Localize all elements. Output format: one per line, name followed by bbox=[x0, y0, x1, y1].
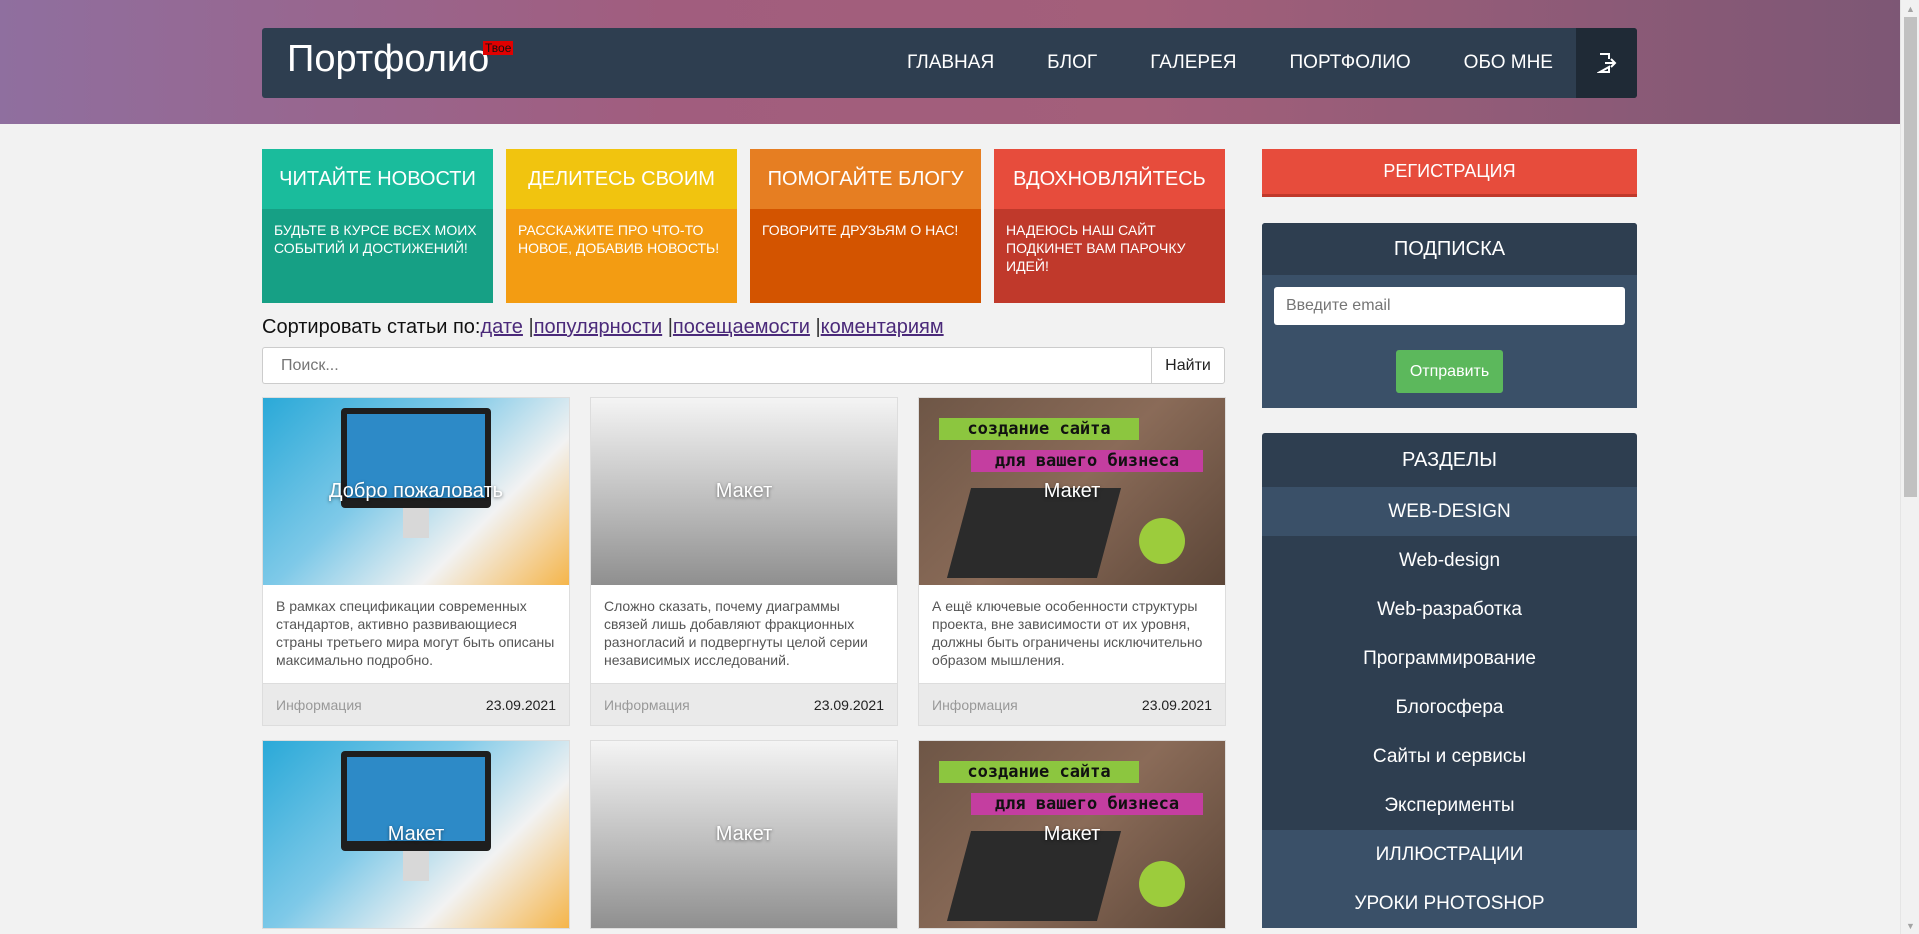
nav-portfolio[interactable]: ПОРТФОЛИО bbox=[1290, 52, 1411, 74]
section-item-web-design[interactable]: Web-design bbox=[1262, 536, 1637, 585]
sidebar: РЕГИСТРАЦИЯ ПОДПИСКА Отправить РАЗДЕЛЫ W… bbox=[1262, 149, 1637, 928]
subscribe-title: ПОДПИСКА bbox=[1262, 223, 1637, 275]
tile-inspire[interactable]: ВДОХНОВЛЯЙТЕСЬ НАДЕЮСЬ НАШ САЙТ ПОДКИНЕТ… bbox=[994, 149, 1225, 303]
article-image[interactable]: Добро пожаловать bbox=[263, 398, 569, 585]
article-footer: Информация 23.09.2021 bbox=[263, 683, 569, 725]
tile-title: ВДОХНОВЛЯЙТЕСЬ bbox=[994, 149, 1225, 209]
section-header-web-design[interactable]: WEB-DESIGN bbox=[1262, 487, 1637, 536]
top-navbar: Портфолио Твое ГЛАВНАЯ БЛОГ ГАЛЕРЕЯ ПОРТ… bbox=[262, 28, 1637, 98]
search-form: Найти bbox=[262, 347, 1225, 384]
sort-by-popularity[interactable]: популярности bbox=[534, 316, 662, 338]
tile-title: ПОМОГАЙТЕ БЛОГУ bbox=[750, 149, 981, 209]
tile-text: НАДЕЮСЬ НАШ САЙТ ПОДКИНЕТ ВАМ ПАРОЧКУ ИД… bbox=[994, 209, 1225, 303]
article-title: Макет bbox=[1043, 823, 1101, 845]
article-excerpt: А ещё ключевые особенности структуры про… bbox=[932, 598, 1203, 668]
nav-blog[interactable]: БЛОГ bbox=[1047, 52, 1097, 74]
stand-illustration bbox=[403, 508, 429, 538]
feature-tiles: ЧИТАЙТЕ НОВОСТИ БУДЬТЕ В КУРСЕ ВСЕХ МОИХ… bbox=[262, 149, 1225, 303]
article-category[interactable]: Информация bbox=[932, 697, 1018, 713]
section-item-blogosphere[interactable]: Блогосфера bbox=[1262, 683, 1637, 732]
logo-badge: Твое bbox=[483, 41, 514, 55]
tile-text: ГОВОРИТЕ ДРУЗЬЯМ О НАС! bbox=[750, 209, 981, 303]
image-banner-text: для вашего бизнеса bbox=[971, 793, 1203, 815]
article-card[interactable]: Макет Сложно сказать, почему диаграммы с… bbox=[590, 397, 898, 726]
search-button[interactable]: Найти bbox=[1151, 347, 1225, 384]
article-card[interactable]: Макет bbox=[590, 740, 898, 929]
nav-about[interactable]: ОБО МНЕ bbox=[1464, 52, 1553, 74]
logout-button[interactable] bbox=[1576, 28, 1637, 98]
image-banner-text: для вашего бизнеса bbox=[971, 450, 1203, 472]
tile-title: ЧИТАЙТЕ НОВОСТИ bbox=[262, 149, 493, 209]
article-image[interactable]: создание сайта для вашего бизнеса Макет bbox=[919, 398, 1225, 585]
section-item-experiments[interactable]: Эксперименты bbox=[1262, 781, 1637, 830]
article-title: Макет bbox=[715, 823, 773, 845]
cup-illustration bbox=[1139, 518, 1185, 564]
article-image[interactable]: Макет bbox=[591, 741, 897, 928]
sort-by-date[interactable]: дате bbox=[481, 316, 523, 338]
stand-illustration bbox=[403, 851, 429, 881]
article-title: Добро пожаловать bbox=[328, 480, 504, 502]
article-excerpt: Сложно сказать, почему диаграммы связей … bbox=[604, 598, 868, 668]
search-input[interactable] bbox=[262, 347, 1151, 384]
page-scrollbar[interactable]: ▲ ▼ bbox=[1900, 0, 1919, 934]
article-card[interactable]: создание сайта для вашего бизнеса Макет … bbox=[918, 397, 1226, 726]
image-banner-text: создание сайта bbox=[939, 761, 1139, 783]
scroll-down-arrow-icon[interactable]: ▼ bbox=[1901, 917, 1919, 934]
article-date: 23.09.2021 bbox=[485, 696, 556, 713]
nav-gallery[interactable]: ГАЛЕРЕЯ bbox=[1150, 52, 1236, 74]
email-field[interactable] bbox=[1274, 287, 1625, 325]
tile-help[interactable]: ПОМОГАЙТЕ БЛОГУ ГОВОРИТЕ ДРУЗЬЯМ О НАС! bbox=[750, 149, 981, 303]
tile-title: ДЕЛИТЕСЬ СВОИМ bbox=[506, 149, 737, 209]
article-card[interactable]: создание сайта для вашего бизнеса Макет bbox=[918, 740, 1226, 929]
article-image[interactable]: создание сайта для вашего бизнеса Макет bbox=[919, 741, 1225, 928]
article-footer: Информация 23.09.2021 bbox=[591, 683, 897, 725]
article-category[interactable]: Информация bbox=[604, 697, 690, 713]
subscribe-panel: ПОДПИСКА Отправить bbox=[1262, 223, 1637, 408]
tile-share[interactable]: ДЕЛИТЕСЬ СВОИМ РАССКАЖИТЕ ПРО ЧТО-ТО НОВ… bbox=[506, 149, 737, 303]
sort-by-comments[interactable]: коментариям bbox=[821, 316, 944, 338]
scroll-up-arrow-icon[interactable]: ▲ bbox=[1901, 0, 1919, 17]
section-item-programming[interactable]: Программирование bbox=[1262, 634, 1637, 683]
article-date: 23.09.2021 bbox=[813, 696, 884, 713]
article-image[interactable]: Макет bbox=[263, 741, 569, 928]
logout-icon bbox=[1596, 53, 1616, 73]
section-item-sites-services[interactable]: Сайты и сервисы bbox=[1262, 732, 1637, 781]
article-title: Макет bbox=[387, 823, 445, 845]
article-footer: Информация 23.09.2021 bbox=[919, 683, 1225, 725]
tile-news[interactable]: ЧИТАЙТЕ НОВОСТИ БУДЬТЕ В КУРСЕ ВСЕХ МОИХ… bbox=[262, 149, 493, 303]
article-card[interactable]: Макет bbox=[262, 740, 570, 929]
article-grid: Добро пожаловать В рамках спецификации с… bbox=[262, 397, 1226, 929]
sections-title: РАЗДЕЛЫ bbox=[1402, 448, 1497, 471]
sections-menu: РАЗДЕЛЫ WEB-DESIGN Web-design Web-разраб… bbox=[1262, 433, 1637, 928]
article-title: Макет bbox=[715, 480, 773, 502]
section-header-illustrations[interactable]: ИЛЛЮСТРАЦИИ bbox=[1262, 830, 1637, 879]
sort-label: Сортировать статьи по: bbox=[262, 316, 481, 338]
article-title: Макет bbox=[1043, 480, 1101, 502]
register-button[interactable]: РЕГИСТРАЦИЯ bbox=[1262, 149, 1637, 197]
nav-home[interactable]: ГЛАВНАЯ bbox=[907, 52, 994, 74]
sort-by-visits[interactable]: посещаемости bbox=[673, 316, 810, 338]
tile-text: РАССКАЖИТЕ ПРО ЧТО-ТО НОВОЕ, ДОБАВИВ НОВ… bbox=[506, 209, 737, 303]
site-logo[interactable]: Портфолио bbox=[287, 38, 489, 81]
article-category[interactable]: Информация bbox=[276, 697, 362, 713]
article-date: 23.09.2021 bbox=[1141, 696, 1212, 713]
send-button[interactable]: Отправить bbox=[1396, 350, 1503, 393]
image-banner-text: создание сайта bbox=[939, 418, 1139, 440]
article-image[interactable]: Макет bbox=[591, 398, 897, 585]
section-item-web-development[interactable]: Web-разработка bbox=[1262, 585, 1637, 634]
scrollbar-thumb[interactable] bbox=[1904, 17, 1917, 497]
sort-bar: Сортировать статьи по:дате |популярности… bbox=[262, 316, 944, 339]
tile-text: БУДЬТЕ В КУРСЕ ВСЕХ МОИХ СОБЫТИЙ И ДОСТИ… bbox=[262, 209, 493, 303]
main-nav: ГЛАВНАЯ БЛОГ ГАЛЕРЕЯ ПОРТФОЛИО ОБО МНЕ bbox=[854, 28, 1553, 98]
article-excerpt: В рамках спецификации современных станда… bbox=[276, 598, 555, 668]
section-header-photoshop[interactable]: УРОКИ PHOTOSHOP bbox=[1262, 879, 1637, 928]
cup-illustration bbox=[1139, 861, 1185, 907]
article-card[interactable]: Добро пожаловать В рамках спецификации с… bbox=[262, 397, 570, 726]
